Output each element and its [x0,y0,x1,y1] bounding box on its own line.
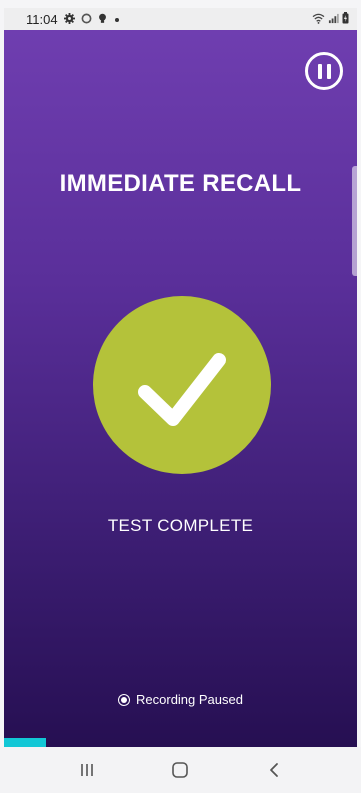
signal-icon [328,12,339,27]
home-button[interactable] [160,755,200,785]
pause-icon [317,63,322,79]
navigation-bar [0,747,361,793]
recording-status-label: Recording Paused [136,692,243,707]
checkmark-circle [93,296,271,474]
recording-status: Recording Paused [4,692,357,707]
checkmark-icon [138,353,226,426]
recents-icon [81,764,93,776]
pause-icon-bar [326,63,331,79]
battery-icon [342,11,349,27]
status-time: 11:04 [26,11,58,27]
dot-icon [113,12,121,27]
pause-button[interactable] [305,52,343,90]
circle-icon [81,12,92,27]
recents-button[interactable] [67,755,107,785]
status-bar: 11:04 [4,8,357,30]
wifi-icon [312,12,325,27]
back-button[interactable] [254,755,294,785]
lightbulb-icon [98,12,107,27]
record-icon [118,693,131,706]
phone-frame: 11:04 IMMEDIATE RECALL TEST COMPLETE Rec… [0,0,361,793]
app-screen: IMMEDIATE RECALL TEST COMPLETE Recording… [4,30,357,747]
settings-icon [63,12,75,27]
home-icon [172,762,189,778]
result-text: TEST COMPLETE [107,516,254,535]
back-icon [270,763,279,777]
page-title: IMMEDIATE RECALL [59,170,302,197]
progress-bar [4,738,357,747]
progress-fill [4,738,47,747]
